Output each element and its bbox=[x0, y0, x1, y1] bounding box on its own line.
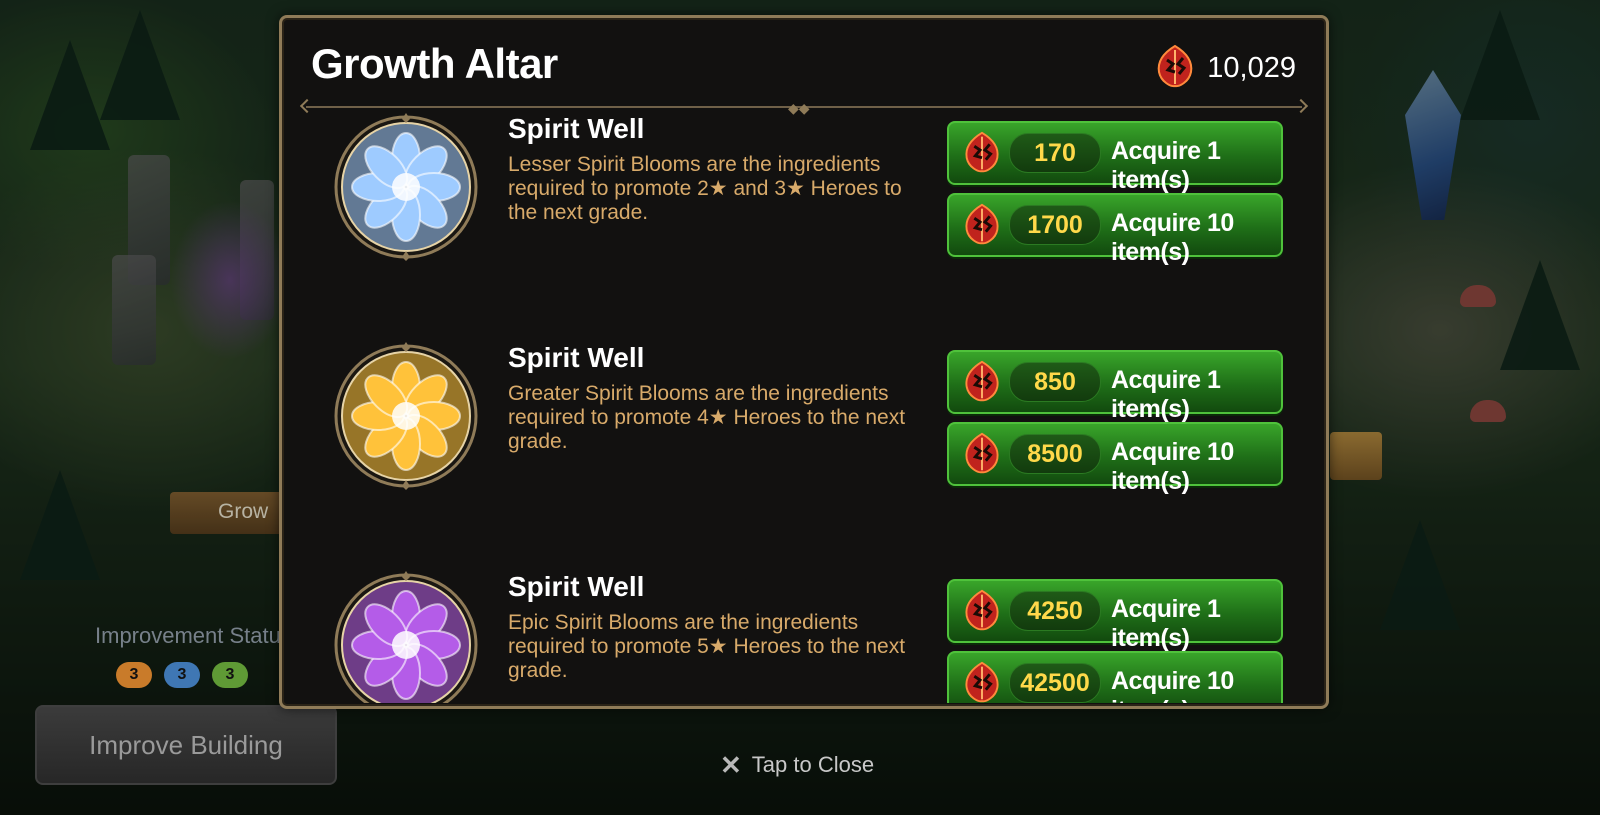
frame-corner bbox=[1312, 18, 1326, 32]
improvement-status-badges: 333 bbox=[116, 662, 248, 688]
currency-display: 10,029 bbox=[1151, 42, 1296, 95]
divider-ornament bbox=[299, 98, 315, 114]
shop-item-list[interactable]: Spirit Well Lesser Spirit Blooms are the … bbox=[282, 113, 1326, 703]
epic-spirit-bloom-icon bbox=[332, 571, 480, 703]
acquire-label: Acquire 1 item(s) bbox=[1111, 595, 1221, 652]
dialog-title: Growth Altar bbox=[311, 40, 558, 87]
price-value: 4250 bbox=[1009, 591, 1101, 631]
shop-item-row: Spirit Well Greater Spirit Blooms are the… bbox=[282, 342, 1326, 571]
price-value: 850 bbox=[1009, 362, 1101, 402]
item-description: Lesser Spirit Blooms are the ingredients… bbox=[508, 153, 902, 224]
acquire-1-button[interactable]: 850 Acquire 1 item(s) bbox=[947, 350, 1283, 423]
spirit-leaf-icon bbox=[959, 129, 1005, 180]
item-name: Spirit Well bbox=[508, 571, 645, 602]
spirit-leaf-icon bbox=[959, 587, 1005, 638]
shop-item-row: Spirit Well Lesser Spirit Blooms are the … bbox=[282, 113, 1326, 342]
item-description: Greater Spirit Blooms are the ingredient… bbox=[508, 382, 906, 453]
tap-to-close-hint[interactable]: ✕ Tap to Close bbox=[720, 752, 874, 778]
divider-ornament bbox=[1293, 98, 1309, 114]
acquire-10-button[interactable]: 42500 Acquire 10 item(s) bbox=[947, 651, 1283, 703]
acquire-10-button[interactable]: 1700 Acquire 10 item(s) bbox=[947, 193, 1283, 266]
currency-amount: 10,029 bbox=[1207, 52, 1296, 84]
item-name: Spirit Well bbox=[508, 342, 645, 373]
price-value: 170 bbox=[1009, 133, 1101, 173]
item-description: Epic Spirit Blooms are the ingredients r… bbox=[508, 611, 906, 682]
close-icon: ✕ bbox=[720, 750, 742, 780]
frame-corner bbox=[282, 18, 296, 32]
price-value: 8500 bbox=[1009, 434, 1101, 474]
price-value: 42500 bbox=[1009, 663, 1101, 703]
acquire-1-button[interactable]: 170 Acquire 1 item(s) bbox=[947, 121, 1283, 194]
spirit-leaf-icon bbox=[959, 430, 1005, 481]
status-badge: 3 bbox=[116, 662, 152, 688]
improve-building-button[interactable]: Improve Building bbox=[35, 705, 337, 785]
spirit-leaf-icon bbox=[1151, 42, 1199, 95]
price-value: 1700 bbox=[1009, 205, 1101, 245]
shop-item-row: Spirit Well Epic Spirit Blooms are the in… bbox=[282, 571, 1326, 703]
item-name: Spirit Well bbox=[508, 113, 645, 144]
close-label: Tap to Close bbox=[751, 752, 875, 777]
acquire-label: Acquire 10 item(s) bbox=[1111, 438, 1234, 495]
acquire-label: Acquire 10 item(s) bbox=[1111, 667, 1234, 703]
acquire-label: Acquire 1 item(s) bbox=[1111, 137, 1221, 194]
acquire-label: Acquire 10 item(s) bbox=[1111, 209, 1234, 266]
building-name-label: Grow bbox=[218, 500, 269, 523]
improvement-status-label: Improvement Statu bbox=[95, 623, 281, 648]
status-badge: 3 bbox=[164, 662, 200, 688]
spirit-leaf-icon bbox=[959, 201, 1005, 252]
status-badge: 3 bbox=[212, 662, 248, 688]
spirit-leaf-icon bbox=[959, 659, 1005, 703]
spirit-leaf-icon bbox=[959, 358, 1005, 409]
lesser-spirit-bloom-icon bbox=[332, 113, 480, 261]
acquire-label: Acquire 1 item(s) bbox=[1111, 366, 1221, 423]
growth-altar-dialog: Growth Altar 10,029 ◆◆ Spirit Well Lesser… bbox=[279, 15, 1329, 709]
greater-spirit-bloom-icon bbox=[332, 342, 480, 490]
acquire-10-button[interactable]: 8500 Acquire 10 item(s) bbox=[947, 422, 1283, 495]
building-banner-right bbox=[1330, 432, 1382, 480]
acquire-1-button[interactable]: 4250 Acquire 1 item(s) bbox=[947, 579, 1283, 652]
